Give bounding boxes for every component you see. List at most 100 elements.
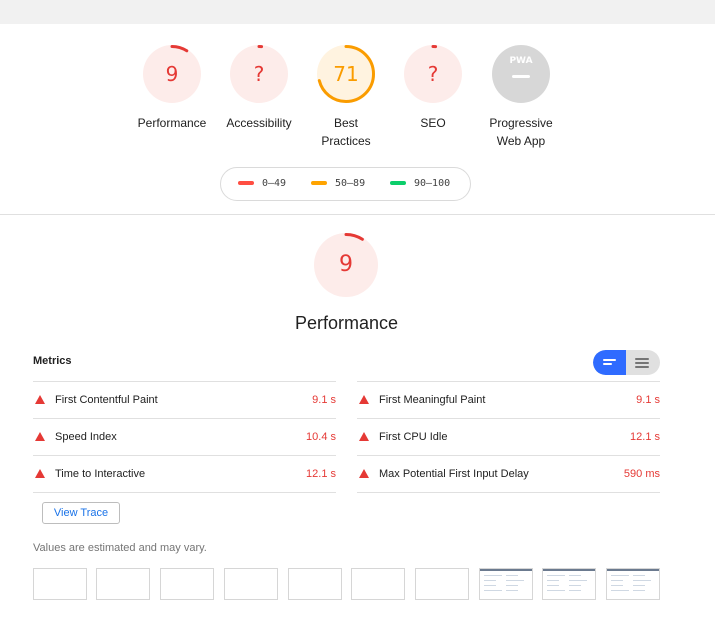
metric-value: 12.1 s xyxy=(630,431,660,443)
score-legend: 0–49 50–89 90–100 xyxy=(220,167,471,201)
filmstrip-frame xyxy=(542,568,596,600)
gauge-label: Accessibility xyxy=(214,114,304,132)
frame-text-line xyxy=(547,585,559,586)
metrics-end-divider xyxy=(33,492,336,493)
filmstrip-frame xyxy=(96,568,150,600)
gauge-label: Progressive Web App xyxy=(476,114,566,150)
gauge-accessibility[interactable]: ? Accessibility xyxy=(214,44,304,132)
category-score: 9 xyxy=(339,252,353,277)
category-title: Performance xyxy=(294,313,399,333)
gauge-score: 71 xyxy=(333,62,359,86)
frame-text-line xyxy=(633,585,645,586)
metric-row: Speed Index 10.4 s xyxy=(33,418,336,455)
metric-row: Time to Interactive 12.1 s xyxy=(33,455,336,492)
metric-row: First Contentful Paint 9.1 s xyxy=(33,381,336,418)
legend-swatch xyxy=(311,181,327,185)
frame-text-line xyxy=(611,590,629,591)
gauge-score: 9 xyxy=(165,62,179,86)
legend-swatch xyxy=(390,181,406,185)
metric-value: 590 ms xyxy=(623,468,660,480)
gauge-score: ? xyxy=(427,62,439,86)
fail-triangle-icon xyxy=(35,469,45,478)
frame-text-line xyxy=(484,590,502,591)
filmstrip-frame xyxy=(160,568,214,600)
metric-name: First Meaningful Paint xyxy=(379,394,486,406)
metrics-column-right: First Meaningful Paint 9.1 s First CPU Idl… xyxy=(357,381,660,493)
lines-compact-icon xyxy=(635,358,649,360)
pwa-dash-icon xyxy=(512,75,530,78)
legend-item: 0–49 xyxy=(238,178,286,190)
view-trace-button[interactable]: View Trace xyxy=(42,502,120,524)
frame-text-line xyxy=(611,585,623,586)
fail-triangle-icon xyxy=(359,395,369,404)
frame-text-line xyxy=(569,580,587,581)
legend-range: 0–49 xyxy=(262,178,287,189)
metric-name: Max Potential First Input Delay xyxy=(379,468,529,480)
metric-row: Max Potential First Input Delay 590 ms xyxy=(357,455,660,492)
frame-text-line xyxy=(633,590,645,591)
frame-text-line xyxy=(547,590,565,591)
gauge-best-practices[interactable]: 71 Best Practices xyxy=(301,44,391,150)
gauge-progressive-web app[interactable]: PWA Progressive Web App xyxy=(476,44,566,150)
gauge-circle: ? xyxy=(229,44,289,104)
lines-expanded-icon-line xyxy=(603,363,612,365)
gauge-seo[interactable]: ? SEO xyxy=(388,44,478,132)
metric-row: First CPU Idle 12.1 s xyxy=(357,418,660,455)
frame-text-line xyxy=(611,580,623,581)
legend-range: 50–89 xyxy=(335,178,366,189)
lines-expanded-icon xyxy=(603,359,616,361)
legend-swatch xyxy=(238,181,254,185)
frame-text-line xyxy=(633,575,645,576)
gauge-performance[interactable]: 9 Performance xyxy=(127,44,217,132)
filmstrip-frame xyxy=(415,568,469,600)
filmstrip xyxy=(33,568,660,600)
gauge-label-line: Web App xyxy=(496,134,546,148)
performance-category-gauge[interactable]: 9 xyxy=(313,232,379,298)
metric-value: 10.4 s xyxy=(306,431,336,443)
metric-row: First Meaningful Paint 9.1 s xyxy=(357,381,660,418)
metric-name: First Contentful Paint xyxy=(55,394,158,406)
metric-value: 12.1 s xyxy=(306,468,336,480)
frame-header xyxy=(607,569,659,571)
gauge-circle: 71 xyxy=(316,44,376,104)
legend-range: 90–100 xyxy=(414,178,451,189)
gauge-circle: ? xyxy=(403,44,463,104)
frame-text-line xyxy=(633,580,651,581)
frame-text-line xyxy=(547,580,559,581)
metrics-end-divider xyxy=(357,492,660,493)
filmstrip-frame xyxy=(288,568,342,600)
gauge-label-line: SEO xyxy=(420,116,446,130)
fail-triangle-icon xyxy=(359,432,369,441)
filmstrip-frame xyxy=(479,568,533,600)
gauge-label-line: Practices xyxy=(321,134,371,148)
metric-value: 9.1 s xyxy=(636,394,660,406)
filmstrip-frame xyxy=(606,568,660,600)
fail-triangle-icon xyxy=(35,432,45,441)
gauge-label: Best Practices xyxy=(301,114,391,150)
section-divider xyxy=(0,214,715,215)
frame-text-line xyxy=(569,590,581,591)
metric-name: Time to Interactive xyxy=(55,468,146,480)
gauge-label-line: Best xyxy=(333,116,358,130)
frame-text-line xyxy=(569,585,581,586)
gauge-score: ? xyxy=(253,62,265,86)
frame-text-line xyxy=(484,585,496,586)
frame-header xyxy=(543,569,595,571)
gauge-label-line: Performance xyxy=(137,116,207,130)
legend-item: 50–89 xyxy=(311,178,365,190)
lines-compact-icon-line xyxy=(635,362,649,364)
gauge-label-line: Progressive xyxy=(489,116,553,130)
filmstrip-frame xyxy=(224,568,278,600)
gauge-label: Performance xyxy=(127,114,217,132)
filmstrip-frame xyxy=(33,568,87,600)
gauge-label-line: Accessibility xyxy=(226,116,292,130)
metrics-view-toggle[interactable] xyxy=(593,350,660,375)
frame-text-line xyxy=(569,575,581,576)
legend-item: 90–100 xyxy=(390,178,450,190)
gauge-circle: PWA xyxy=(491,44,551,104)
frame-text-line xyxy=(611,575,629,576)
metric-name: First CPU Idle xyxy=(379,431,448,443)
gauge-circle: 9 xyxy=(142,44,202,104)
gauge-ring xyxy=(492,45,550,103)
frame-text-line xyxy=(506,585,518,586)
